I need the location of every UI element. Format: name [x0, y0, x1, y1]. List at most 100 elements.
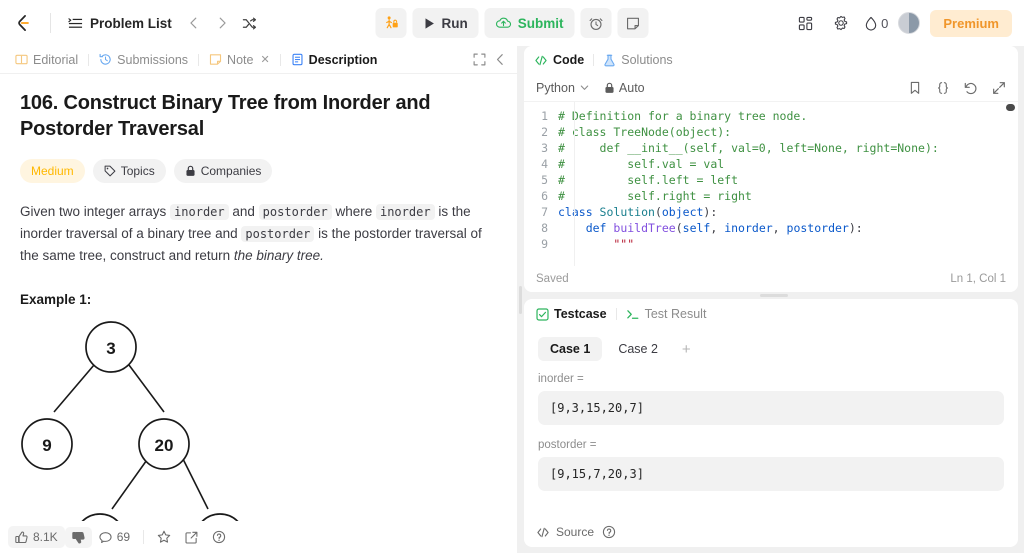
testcase-help-button[interactable] [602, 525, 616, 539]
submit-button[interactable]: Submit [484, 8, 575, 38]
code-token: , [710, 221, 725, 235]
favorite-button[interactable] [150, 526, 178, 548]
split-handle-bar [519, 285, 522, 314]
cloud-upload-icon [496, 16, 512, 30]
code-text: # def __init__(self, val=0, left=None, r… [558, 140, 939, 156]
code-text: def buildTree(self, inorder, postorder): [558, 220, 863, 236]
code-token: # def __init__(self, val=0, left=None, r… [558, 141, 939, 155]
tab-test-result[interactable]: Test Result [626, 307, 707, 321]
description-pane: Editorial Submissions Note ✕ Description… [0, 46, 517, 553]
input-label: inorder = [538, 373, 584, 385]
source-button[interactable]: Source [536, 525, 594, 539]
tab-code[interactable]: Code [534, 53, 584, 67]
expand-icon[interactable] [473, 53, 486, 66]
line-number: 5 [541, 173, 548, 187]
run-button[interactable]: Run [412, 8, 479, 38]
tab-submissions[interactable]: Submissions [92, 50, 195, 70]
auto-label: Auto [618, 80, 645, 95]
tab-testcase[interactable]: Testcase [536, 307, 607, 321]
code-inorder: inorder [170, 203, 229, 220]
terminal-icon [626, 308, 640, 321]
shuffle-icon[interactable] [237, 10, 263, 36]
like-button[interactable]: 8.1K [8, 526, 65, 548]
left-tabbar-actions [473, 53, 509, 66]
save-status: Saved [536, 273, 569, 285]
language-label: Python [536, 80, 575, 95]
topics-button[interactable]: Topics [92, 158, 166, 183]
auto-toggle[interactable]: Auto [604, 81, 645, 95]
daily-challenge-icon[interactable] [375, 8, 407, 38]
streak-counter[interactable]: 0 [864, 16, 888, 31]
tag-icon [104, 165, 116, 177]
code-line: 5 # self.left = left [524, 172, 1018, 188]
top-navigation-bar: Problem List Run Submit 0 Premium [0, 0, 1024, 46]
footer-separator [143, 530, 145, 544]
case-tab-1[interactable]: Case 1 [538, 337, 603, 361]
code-line: 4 # self.val = val [524, 156, 1018, 172]
comment-icon [99, 531, 112, 544]
comments-button[interactable]: 69 [92, 526, 137, 548]
code-lines: 1 # Definition for a binary tree node. 2 # … [524, 102, 1018, 252]
lock-icon [604, 82, 615, 94]
expand-arrows-icon[interactable] [992, 81, 1006, 95]
code-line: 2 # class TreeNode(object): [524, 124, 1018, 140]
line-number: 3 [541, 141, 548, 155]
code-token: buildTree [613, 221, 676, 235]
horizontal-split-handle[interactable] [524, 292, 1024, 299]
share-button[interactable] [178, 527, 205, 548]
curly-braces-icon[interactable] [936, 81, 950, 95]
close-icon[interactable]: ✕ [260, 53, 269, 66]
desc-emphasis: the binary tree. [233, 247, 324, 263]
case-tab-2[interactable]: Case 2 [606, 337, 670, 361]
companies-button[interactable]: Companies [173, 158, 273, 183]
timer-icon[interactable] [580, 8, 612, 38]
code-token: # class TreeNode(object): [558, 125, 732, 139]
plus-icon[interactable]: + [674, 339, 699, 360]
note-icon[interactable] [617, 8, 649, 38]
line-number: 1 [541, 109, 548, 123]
tab-editorial[interactable]: Editorial [8, 50, 85, 70]
dislike-button[interactable] [64, 526, 92, 548]
tab-solutions[interactable]: Solutions [603, 53, 673, 67]
next-problem-button[interactable] [209, 10, 235, 36]
previous-problem-button[interactable] [181, 10, 207, 36]
code-editor[interactable]: 1 # Definition for a binary tree node. 2 # … [524, 102, 1018, 266]
input-group-inorder: inorder = [9,3,15,20,7] [538, 373, 1004, 425]
code-token: # Definition for a binary tree node. [558, 109, 808, 123]
code-text: class Solution(object): [558, 204, 717, 220]
tab-label: Code [553, 53, 585, 67]
vertical-split-handle[interactable] [517, 46, 524, 553]
code-inorder: inorder [375, 203, 435, 220]
avatar[interactable] [898, 12, 921, 34]
nav-left-group: Problem List [12, 10, 263, 36]
tab-description[interactable]: Description [284, 50, 385, 70]
editor-toolbar-actions [908, 81, 1006, 95]
code-panel-tabs: Code Solutions [524, 46, 1018, 74]
code-token: self [682, 221, 711, 235]
editor-scrollbar[interactable] [1006, 104, 1015, 111]
apps-grid-icon[interactable] [792, 10, 818, 36]
language-selector[interactable]: Python [536, 81, 590, 95]
code-token: # self.val = val [558, 157, 725, 171]
tab-separator [88, 53, 90, 66]
collapse-pane-icon[interactable] [494, 53, 507, 66]
status-badge[interactable]: Medium [20, 158, 85, 183]
star-icon [157, 530, 171, 544]
left-tab-bar: Editorial Submissions Note ✕ Description [0, 46, 517, 74]
bookmark-icon[interactable] [908, 81, 922, 95]
postorder-input[interactable]: [9,15,7,20,3] [538, 457, 1004, 491]
problem-list-button[interactable]: Problem List [61, 11, 179, 36]
undo-icon[interactable] [964, 81, 978, 95]
desc-text: and [228, 203, 259, 219]
premium-button[interactable]: Premium [930, 9, 1012, 37]
gear-icon[interactable] [828, 10, 854, 36]
code-line: 8 def buildTree(self, inorder, postorder… [524, 220, 1018, 236]
help-button[interactable] [205, 526, 233, 548]
main-split: Editorial Submissions Note ✕ Description… [0, 46, 1024, 553]
history-icon [99, 53, 112, 66]
leetcode-logo-icon[interactable] [12, 12, 34, 34]
tab-label: Test Result [644, 307, 707, 321]
play-icon [424, 17, 436, 30]
inorder-input[interactable]: [9,3,15,20,7] [538, 391, 1004, 425]
tab-note[interactable]: Note ✕ [202, 50, 277, 70]
